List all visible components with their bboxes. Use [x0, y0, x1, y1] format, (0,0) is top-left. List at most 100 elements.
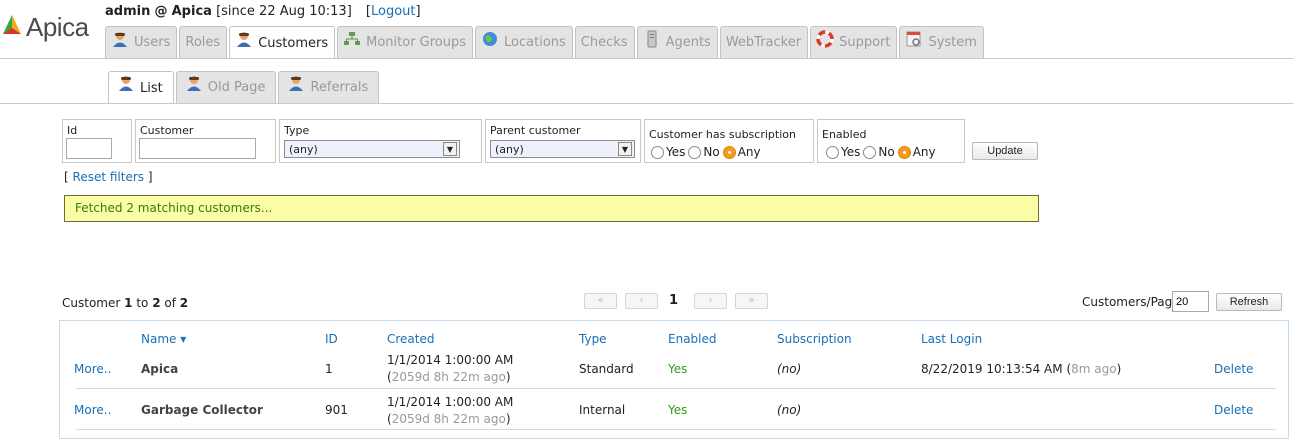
- session-since: [since 22 Aug 10:13]: [216, 4, 352, 19]
- current-page: 1: [669, 292, 679, 308]
- gear-doc-icon: [905, 30, 923, 48]
- user-status-line: admin @ Apica [since 22 Aug 10:13] [Logo…: [105, 4, 421, 19]
- user-icon: [117, 74, 135, 92]
- parent-select-value: (any): [495, 143, 524, 156]
- count-of-word: of: [164, 296, 176, 310]
- last-page-button[interactable]: »: [735, 293, 769, 309]
- first-page-button[interactable]: «: [584, 293, 617, 309]
- tab-label: WebTracker: [725, 35, 802, 50]
- refresh-button[interactable]: Refresh: [1216, 293, 1282, 311]
- per-page-label: Customers/Page: [1082, 295, 1180, 309]
- subtab-label: Referrals: [310, 80, 369, 95]
- reset-filters-link[interactable]: Reset filters: [73, 170, 145, 184]
- per-page-input[interactable]: [1172, 291, 1209, 312]
- count-to: 2: [152, 296, 161, 310]
- enabled-radio-yes[interactable]: [826, 145, 839, 159]
- column-header-last-login[interactable]: Last Login: [921, 332, 982, 346]
- apica-logo: Apica: [2, 8, 98, 44]
- delete-link[interactable]: Delete: [1214, 403, 1253, 417]
- type-select-value: (any): [289, 143, 318, 156]
- filter-subscription-label: Customer has subscription: [649, 128, 796, 141]
- logo-text: Apica: [26, 12, 89, 42]
- count-prefix: Customer: [62, 296, 121, 310]
- enabled-radio-no[interactable]: [863, 145, 877, 159]
- prev-page-button[interactable]: ‹: [625, 293, 658, 309]
- column-header-subscription[interactable]: Subscription: [777, 332, 852, 346]
- filter-customer: Customer: [135, 119, 276, 163]
- logout-link[interactable]: Logout: [371, 4, 416, 19]
- created-date: 1/1/2014 1:00:00 AM: [387, 395, 514, 409]
- column-header-id[interactable]: ID: [325, 332, 338, 346]
- created-date: 1/1/2014 1:00:00 AM: [387, 353, 514, 367]
- tab-system[interactable]: System: [899, 26, 984, 58]
- dropdown-arrow-icon: ▼: [618, 142, 632, 156]
- user-icon: [111, 30, 129, 48]
- radio-label: No: [878, 145, 895, 159]
- tab-support[interactable]: Support: [810, 26, 898, 58]
- customers-table: Name ▾ ID Created Type Enabled Subscript…: [59, 320, 1289, 439]
- radio-label: Yes: [841, 145, 861, 159]
- tab-label: Users: [134, 35, 171, 50]
- customer-name: Garbage Collector: [141, 403, 263, 417]
- tab-label: Agents: [665, 35, 711, 50]
- status-message: Fetched 2 matching customers...: [64, 195, 1039, 222]
- customer-name: Apica: [141, 362, 179, 376]
- tab-label: Support: [839, 35, 891, 50]
- parent-select[interactable]: (any) ▼: [490, 140, 635, 158]
- id-input[interactable]: [66, 138, 112, 159]
- customer-input[interactable]: [139, 138, 256, 159]
- row-divider: [76, 388, 1276, 389]
- reset-bracket-open: [: [64, 170, 69, 184]
- column-header-enabled[interactable]: Enabled: [668, 332, 717, 346]
- dropdown-arrow-icon: ▼: [443, 142, 457, 156]
- subtab-old-page[interactable]: Old Page: [175, 71, 277, 103]
- user-icon: [235, 30, 253, 48]
- org-name: Apica: [171, 4, 212, 19]
- main-tabs: Users Roles Customers Monitor Groups Loc…: [105, 26, 986, 59]
- tab-customers[interactable]: Customers: [229, 26, 336, 59]
- tab-users[interactable]: Users: [105, 26, 178, 58]
- count-from: 1: [124, 296, 133, 310]
- more-link[interactable]: More..: [74, 403, 111, 417]
- column-header-type[interactable]: Type: [579, 332, 607, 346]
- update-button[interactable]: Update: [972, 142, 1038, 160]
- filter-type-label: Type: [284, 124, 310, 137]
- subtab-label: Old Page: [207, 80, 266, 95]
- username: admin: [105, 4, 151, 19]
- subscription-radio-yes[interactable]: [651, 145, 664, 159]
- tab-locations[interactable]: Locations: [475, 26, 573, 58]
- tab-webtracker[interactable]: WebTracker: [719, 26, 809, 58]
- enabled-radio-any[interactable]: [897, 145, 911, 159]
- filter-parent: Parent customer (any) ▼: [485, 119, 641, 163]
- subtab-referrals[interactable]: Referrals: [278, 71, 380, 103]
- radio-label: Yes: [666, 145, 686, 159]
- next-page-button[interactable]: ›: [694, 293, 728, 309]
- pager: « ‹ 1 › »: [584, 293, 776, 309]
- hierarchy-icon: [343, 30, 361, 48]
- tab-agents[interactable]: Agents: [636, 26, 718, 58]
- count-total: 2: [179, 296, 189, 310]
- filter-enabled: Enabled Yes No Any: [817, 119, 965, 163]
- filter-parent-label: Parent customer: [490, 124, 581, 137]
- subtab-list[interactable]: List: [108, 71, 174, 104]
- subscription-radio-no[interactable]: [688, 145, 702, 159]
- reset-bracket-close: ]: [147, 170, 153, 184]
- tab-monitor-groups[interactable]: Monitor Groups: [337, 26, 474, 58]
- radio-label: No: [703, 145, 720, 159]
- more-link[interactable]: More..: [74, 362, 111, 376]
- tab-checks[interactable]: Checks: [574, 26, 635, 58]
- tab-roles[interactable]: Roles: [179, 26, 228, 58]
- column-header-name[interactable]: Name ▾: [141, 332, 186, 346]
- last-login-value: 8/22/2019 10:13:54 AM: [921, 362, 1063, 376]
- filter-id: Id: [62, 119, 132, 163]
- row-divider: [76, 429, 1276, 430]
- type-select[interactable]: (any) ▼: [284, 140, 460, 158]
- server-icon: [643, 30, 661, 48]
- header-label: Name: [141, 332, 177, 346]
- tab-label: Locations: [504, 35, 566, 50]
- delete-link[interactable]: Delete: [1214, 362, 1253, 376]
- column-header-created[interactable]: Created: [387, 332, 435, 346]
- subtabs-divider: [0, 103, 1293, 104]
- subscription-radio-any[interactable]: [722, 145, 736, 159]
- customer-id: 1: [325, 362, 333, 376]
